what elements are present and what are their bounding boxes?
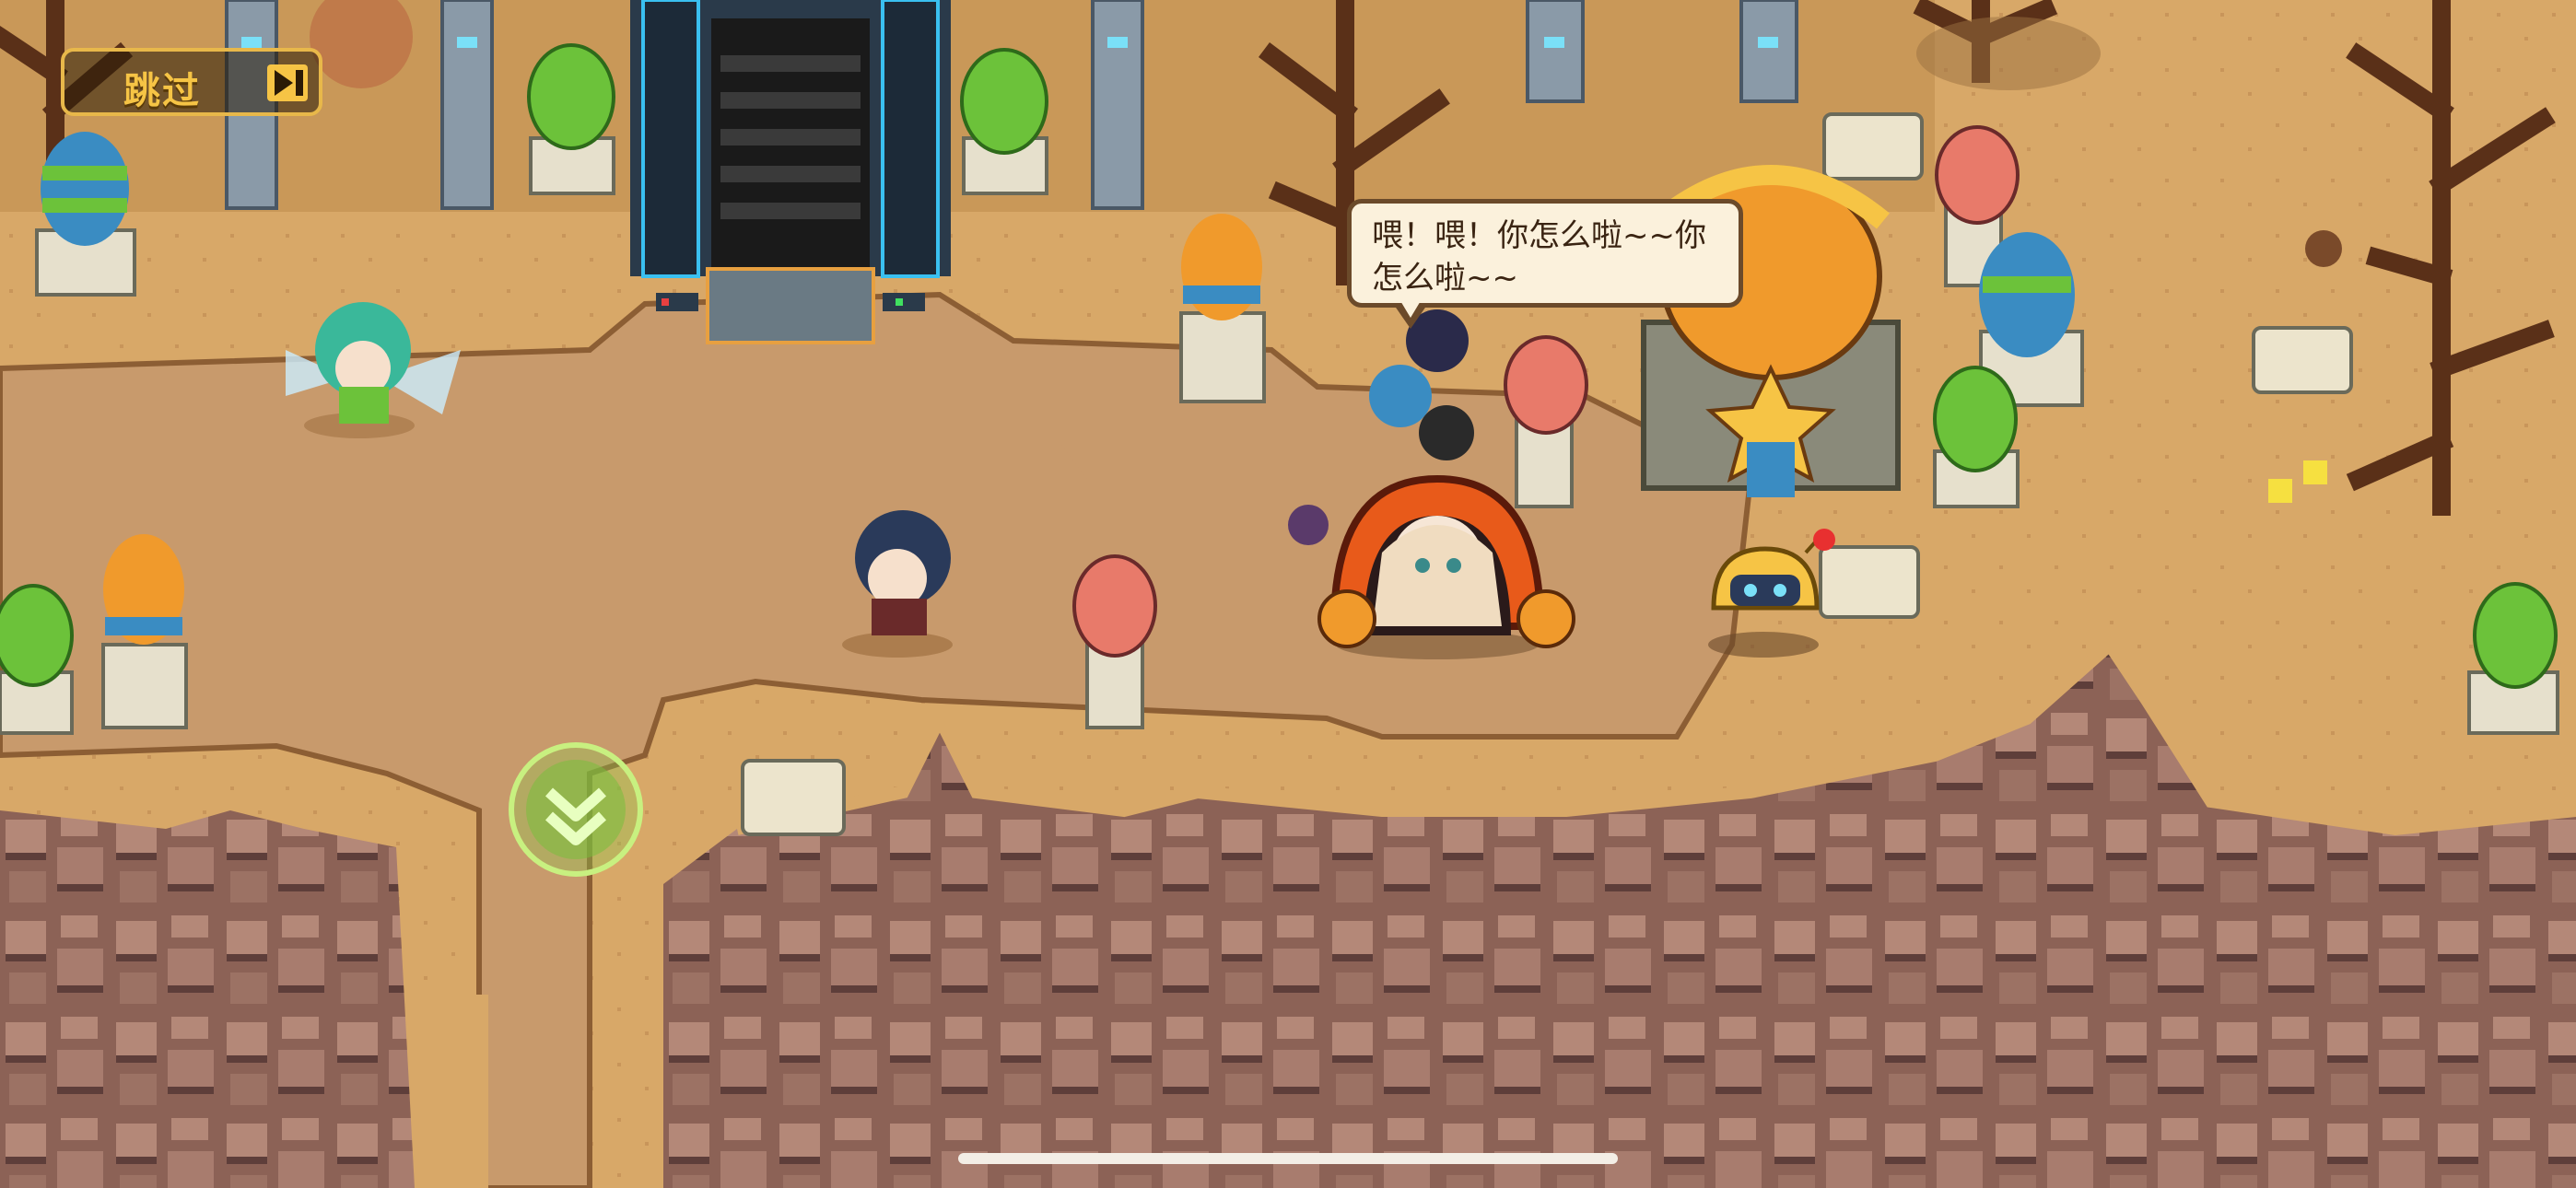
skip-forward-icon <box>267 64 308 101</box>
dialog-line-2: 怎么啦~~ <box>1372 260 1518 297</box>
egg-orange-2 <box>101 534 188 729</box>
egg-green-2 <box>527 43 615 195</box>
egg-green-6 <box>2467 582 2559 735</box>
mushroom <box>2305 230 2342 267</box>
path-down <box>415 995 488 1188</box>
home-indicator[interactable] <box>958 1153 1618 1164</box>
speech-bubble: 喂！喂！你怎么啦~~你 怎么啦~~ <box>1347 199 1743 329</box>
egg-green-4 <box>1933 366 2020 508</box>
skip-button[interactable]: 跳过 <box>61 48 322 116</box>
egg-red-3 <box>1072 554 1157 729</box>
egg-green-1 <box>35 132 136 297</box>
game-scene <box>0 0 2576 1188</box>
bubble-tail <box>1394 299 1427 329</box>
egg-green-5 <box>0 584 74 735</box>
egg-green-3 <box>960 48 1048 195</box>
dialog-line-1: 喂！喂！你怎么啦~~你 <box>1372 217 1706 254</box>
skip-label: 跳过 <box>123 70 201 112</box>
descend-button[interactable] <box>507 740 645 879</box>
map-canvas <box>0 0 2576 1188</box>
cliff-left <box>0 810 415 1188</box>
